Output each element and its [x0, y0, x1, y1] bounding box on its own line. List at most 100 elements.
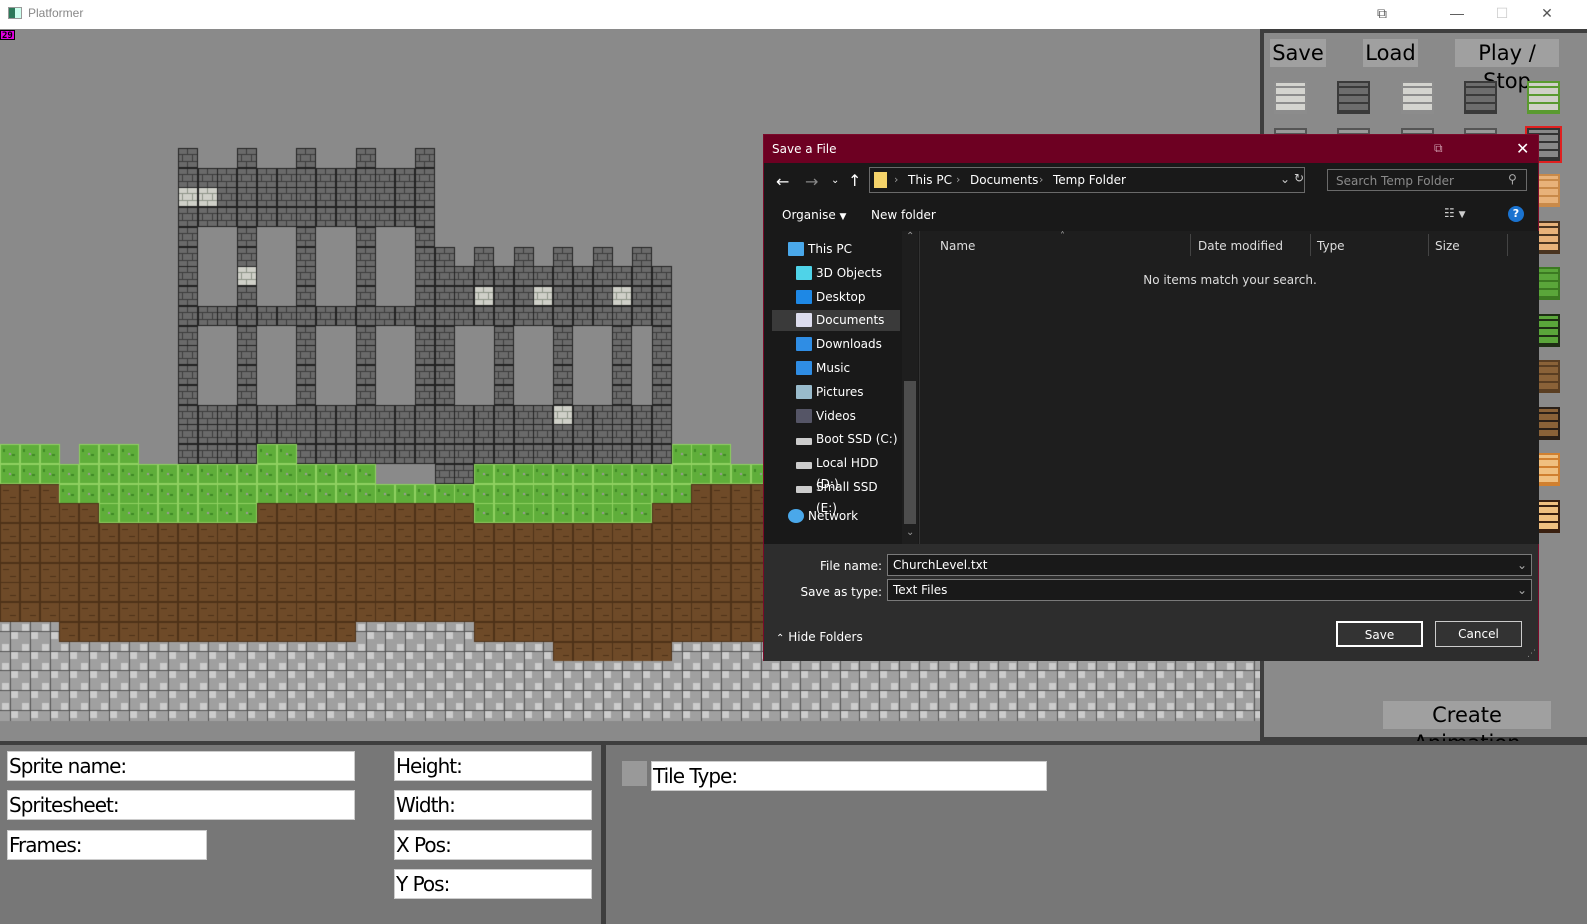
up-button[interactable]: ↑ — [848, 171, 861, 190]
breadcrumb-this-pc[interactable]: This PC — [908, 173, 952, 187]
tile-type-preview — [622, 761, 647, 786]
nav-item[interactable]: Boot SSD (C:) — [772, 429, 900, 450]
download-icon — [796, 337, 812, 352]
column-name[interactable]: Name — [940, 239, 975, 253]
nav-item[interactable]: Desktop — [772, 287, 900, 308]
chevron-right-icon: › — [894, 173, 899, 186]
empty-message: No items match your search. — [1143, 273, 1317, 287]
window-title: Platformer — [28, 6, 84, 20]
panel-divider — [601, 741, 606, 924]
dialog-save-button[interactable]: Save — [1336, 621, 1423, 647]
nav-item[interactable]: Documents — [772, 310, 900, 332]
nav-item[interactable]: Network — [772, 506, 900, 527]
scrollbar-thumb[interactable] — [904, 381, 916, 524]
minimize-button[interactable]: — — [1447, 4, 1467, 22]
maximize-button[interactable]: ☐ — [1492, 4, 1512, 22]
sort-ascending-icon: ˄ — [1060, 231, 1065, 242]
file-list: Name ˄ Date modified Type Size No items … — [919, 231, 1539, 544]
snap-icon[interactable]: ⧉ — [1372, 4, 1392, 22]
search-icon: ⚲ — [1508, 172, 1517, 186]
palette-tile-stone-brick-light[interactable] — [1401, 81, 1434, 114]
breadcrumb-temp-folder[interactable]: Temp Folder — [1053, 173, 1126, 187]
save-button[interactable]: Save — [1270, 39, 1326, 67]
column-type[interactable]: Type — [1317, 239, 1345, 253]
command-bar: Organise ▼ New folder ☷ ▼ ? — [764, 200, 1538, 230]
palette-tile-stone-brick-dark[interactable] — [1337, 81, 1370, 114]
width-field[interactable]: Width: — [394, 790, 592, 820]
dialog-title-bar: Save a File ⧉ ✕ — [764, 135, 1538, 163]
nav-item-label: This PC — [808, 242, 852, 256]
nav-item[interactable]: Pictures — [772, 382, 900, 403]
nav-item[interactable]: 3D Objects — [772, 263, 900, 284]
video-icon — [796, 408, 812, 423]
chevron-down-icon: ⌄ — [1516, 583, 1527, 597]
breadcrumb-documents[interactable]: Documents — [970, 173, 1038, 187]
organise-button[interactable]: Organise ▼ — [782, 208, 846, 222]
fps-counter: 29 — [0, 30, 15, 41]
snap-icon[interactable]: ⧉ — [1434, 141, 1443, 156]
cube-icon — [796, 265, 812, 280]
save-file-dialog: Save a File ⧉ ✕ ← → ⌄ ↑ › This PC › Docu… — [763, 134, 1539, 661]
forward-button[interactable]: → — [805, 172, 818, 191]
nav-item[interactable]: Music — [772, 358, 900, 379]
y-pos-field[interactable]: Y Pos: — [394, 869, 592, 899]
app-icon — [8, 7, 22, 19]
nav-item-label: 3D Objects — [816, 265, 883, 280]
nav-item-label: Videos — [816, 408, 856, 423]
document-icon — [796, 313, 812, 328]
nav-item-label: Documents — [816, 313, 885, 328]
nav-item-label: Pictures — [816, 384, 864, 399]
dialog-title: Save a File — [772, 142, 837, 156]
tile-type-field[interactable]: Tile Type: — [651, 761, 1047, 791]
column-size[interactable]: Size — [1435, 239, 1460, 253]
sprite-name-field[interactable]: Sprite name: — [7, 751, 355, 781]
computer-icon — [788, 242, 804, 256]
address-bar[interactable]: › This PC › Documents › Temp Folder ⌄ ↻ — [869, 167, 1305, 193]
nav-item-label: Network — [808, 509, 859, 523]
resize-grip-icon[interactable]: ⋰ — [1527, 649, 1536, 659]
palette-tile-stone-brick-dark[interactable] — [1464, 81, 1497, 114]
frames-field[interactable]: Frames: — [7, 830, 207, 860]
dialog-cancel-button[interactable]: Cancel — [1435, 621, 1522, 647]
drive-icon — [796, 438, 812, 446]
back-button[interactable]: ← — [776, 172, 789, 191]
close-button[interactable]: ✕ — [1537, 4, 1557, 22]
save-type-label: Save as type: — [800, 585, 882, 599]
dialog-close-button[interactable]: ✕ — [1516, 139, 1529, 158]
play-stop-button[interactable]: Play / Stop — [1455, 39, 1559, 93]
nav-item-label: Downloads — [816, 337, 882, 352]
search-input[interactable]: Search Temp Folder ⚲ — [1327, 169, 1527, 191]
drive-icon — [796, 462, 812, 470]
nav-scrollbar[interactable]: ⌃ ⌄ — [902, 231, 918, 544]
window-title-bar: Platformer ⧉ — ☐ ✕ — [0, 0, 1587, 29]
nav-item[interactable]: This PC — [772, 239, 900, 260]
nav-item[interactable]: Videos — [772, 406, 900, 427]
navigation-pane: This PC 3D Objects Desktop Documents Downloa… — [764, 231, 919, 544]
nav-item[interactable]: Small SSD (E:) — [772, 477, 900, 515]
palette-tile-stone-brick-mossy[interactable] — [1527, 81, 1560, 114]
new-folder-button[interactable]: New folder — [871, 208, 936, 222]
view-options-icon[interactable]: ☷ ▼ — [1444, 206, 1466, 220]
height-field[interactable]: Height: — [394, 751, 592, 781]
recent-locations-chevron-icon[interactable]: ⌄ — [831, 175, 839, 186]
hide-folders-button[interactable]: ⌃ Hide Folders — [776, 630, 863, 644]
music-icon — [796, 361, 812, 375]
load-button[interactable]: Load — [1363, 39, 1418, 67]
palette-tile-stone-brick-light[interactable] — [1274, 81, 1307, 114]
refresh-icon[interactable]: ↻ — [1294, 171, 1304, 185]
file-name-input[interactable]: ChurchLevel.txt ⌄ — [887, 554, 1532, 576]
address-dropdown-icon[interactable]: ⌄ — [1280, 172, 1290, 186]
spritesheet-field[interactable]: Spritesheet: — [7, 790, 355, 820]
nav-item[interactable]: Local HDD (D:) — [772, 453, 900, 491]
help-icon[interactable]: ? — [1508, 206, 1524, 222]
nav-item-label: Boot SSD (C:) — [816, 432, 898, 447]
properties-panel: Sprite name: Spritesheet: Frames: Height… — [0, 741, 1587, 924]
save-type-select[interactable]: Text Files ⌄ — [887, 579, 1532, 601]
nav-item[interactable]: Downloads — [772, 334, 900, 355]
folder-icon — [874, 172, 887, 188]
drive-icon — [796, 486, 812, 493]
x-pos-field[interactable]: X Pos: — [394, 830, 592, 860]
column-date-modified[interactable]: Date modified — [1198, 239, 1283, 253]
network-icon — [788, 509, 804, 523]
create-animation-button[interactable]: Create Animation — [1383, 701, 1551, 755]
